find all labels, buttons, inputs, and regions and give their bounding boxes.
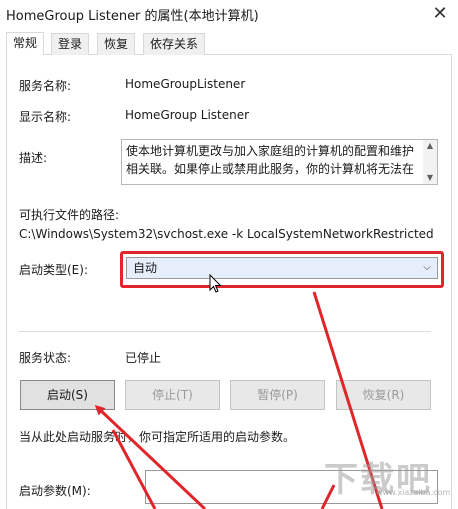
resume-button[interactable]: 恢复(R) — [336, 380, 431, 410]
start-params-hint: 当从此处启动服务时，你可指定所适用的启动参数。 — [19, 430, 296, 444]
scroll-up-icon[interactable]: ▲ — [425, 141, 435, 151]
tab-recovery[interactable]: 恢复 — [97, 33, 136, 55]
mouse-cursor-icon — [209, 274, 222, 293]
startup-type-value: 自动 — [133, 261, 158, 275]
separator — [18, 331, 431, 332]
exe-path-label: 可执行文件的路径: — [19, 208, 120, 222]
tab-dependencies[interactable]: 依存关系 — [143, 33, 206, 55]
start-params-input[interactable] — [145, 470, 438, 504]
display-name-value: HomeGroup Listener — [125, 108, 250, 122]
service-name-value: HomeGroupListener — [125, 77, 246, 91]
service-name-label: 服务名称: — [19, 79, 72, 93]
startup-type-dropdown[interactable]: 自动 ⌵ — [126, 257, 438, 279]
chevron-down-icon[interactable]: ⌵ — [421, 261, 433, 275]
description-scrollbar[interactable]: ▲ ▼ — [423, 140, 437, 184]
exe-path-value: C:\Windows\System32\svchost.exe -k Local… — [19, 227, 434, 241]
startup-type-label: 启动类型(E): — [19, 263, 88, 277]
stop-button[interactable]: 停止(T) — [125, 380, 220, 410]
description-text: 使本地计算机更改与加入家庭组的计算机的配置和维护相关联。如果停止或禁用此服务，你… — [126, 144, 415, 176]
description-label: 描述: — [19, 151, 48, 165]
description-box[interactable]: 使本地计算机更改与加入家庭组的计算机的配置和维护相关联。如果停止或禁用此服务，你… — [121, 139, 438, 185]
tab-bar: 常规 登录 恢复 依存关系 — [6, 32, 452, 56]
pause-button[interactable]: 暂停(P) — [230, 380, 325, 410]
title-bar: HomeGroup Listener 的属性(本地计算机) ✕ — [0, 0, 458, 28]
service-status-value: 已停止 — [125, 351, 162, 365]
scroll-down-icon[interactable]: ▼ — [425, 173, 435, 183]
window-title: HomeGroup Listener 的属性(本地计算机) — [6, 9, 259, 24]
close-icon[interactable]: ✕ — [428, 2, 452, 26]
service-status-label: 服务状态: — [19, 351, 72, 365]
start-button[interactable]: 启动(S) — [20, 380, 115, 410]
display-name-label: 显示名称: — [19, 110, 72, 124]
tab-general[interactable]: 常规 — [6, 32, 45, 56]
tab-logon[interactable]: 登录 — [51, 33, 90, 55]
start-params-label: 启动参数(M): — [19, 484, 91, 498]
